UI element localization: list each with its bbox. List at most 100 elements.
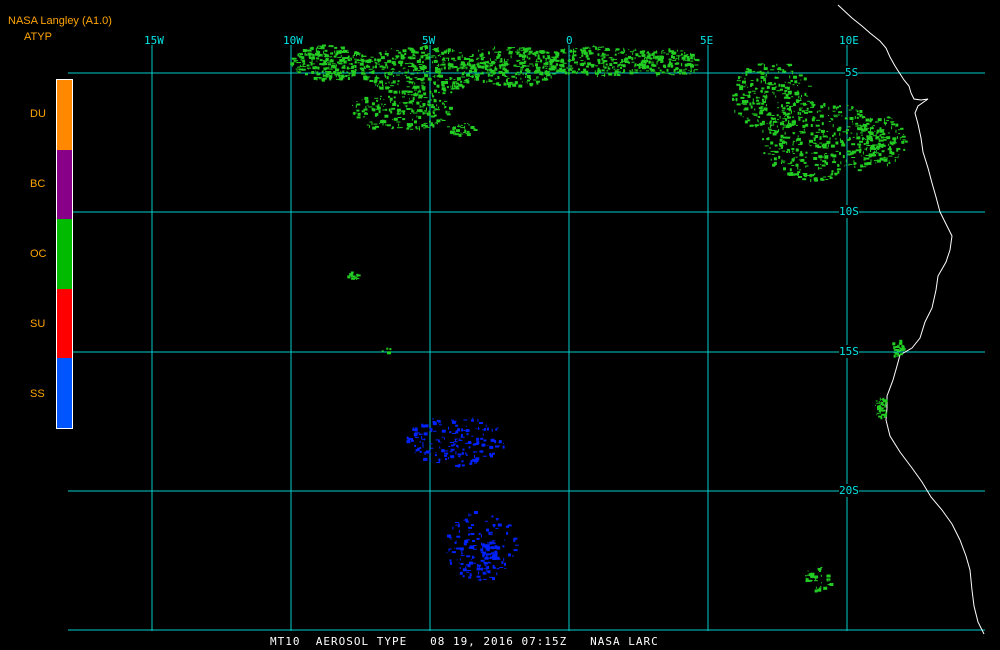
oc-pixel: [796, 124, 798, 126]
oc-pixel: [433, 59, 438, 63]
oc-pixel: [420, 106, 425, 108]
oc-pixel: [523, 51, 526, 55]
oc-pixel: [414, 120, 417, 124]
oc-pixel: [875, 400, 878, 402]
oc-pixel: [404, 75, 407, 77]
oc-pixel: [523, 60, 526, 64]
ss-pixel: [485, 566, 487, 569]
oc-pixel: [392, 70, 395, 72]
ss-pixel: [414, 437, 419, 439]
oc-pixel: [753, 103, 756, 105]
oc-pixel: [669, 73, 671, 75]
oc-pixel: [743, 94, 748, 96]
oc-pixel: [529, 63, 534, 65]
oc-pixel: [829, 578, 831, 582]
oc-pixel: [411, 65, 416, 68]
oc-pixel: [859, 110, 863, 113]
oc-pixel: [804, 92, 807, 96]
oc-pixel: [837, 114, 840, 116]
oc-pixel: [535, 69, 540, 73]
oc-pixel: [792, 71, 793, 75]
oc-pixel: [414, 77, 418, 79]
oc-pixel: [435, 109, 440, 111]
oc-pixel: [628, 61, 631, 64]
oc-pixel: [736, 103, 741, 106]
oc-pixel: [837, 163, 840, 167]
oc-pixel: [762, 129, 764, 133]
oc-pixel: [354, 58, 358, 60]
oc-pixel: [864, 162, 869, 166]
oc-pixel: [341, 46, 345, 50]
oc-pixel: [441, 120, 446, 121]
oc-pixel: [861, 155, 863, 157]
oc-pixel: [755, 113, 758, 115]
oc-pixel: [316, 57, 320, 60]
oc-pixel: [580, 60, 584, 61]
oc-pixel: [784, 116, 786, 118]
ss-pixel: [483, 568, 488, 570]
oc-pixel: [794, 80, 798, 84]
oc-pixel: [641, 54, 646, 57]
ss-pixel: [495, 527, 499, 529]
oc-pixel: [742, 80, 746, 84]
oc-pixel: [883, 138, 887, 141]
oc-pixel: [385, 75, 386, 78]
oc-pixel: [341, 75, 345, 79]
oc-pixel: [776, 90, 781, 92]
oc-pixel: [363, 75, 368, 79]
sea-salt-aerosol-pixels: [406, 417, 519, 582]
oc-pixel: [638, 55, 641, 57]
oc-pixel: [434, 70, 438, 74]
oc-pixel: [820, 585, 822, 589]
oc-pixel: [883, 122, 887, 125]
oc-pixel: [520, 77, 522, 80]
oc-pixel: [793, 76, 797, 78]
ss-pixel: [455, 540, 457, 543]
oc-pixel: [866, 145, 871, 146]
oc-pixel: [404, 53, 407, 55]
oc-pixel: [368, 68, 373, 70]
oc-pixel: [789, 105, 793, 107]
oc-pixel: [759, 90, 763, 92]
oc-pixel: [525, 81, 527, 83]
oc-pixel: [457, 67, 462, 69]
oc-pixel: [336, 72, 340, 76]
oc-pixel: [820, 105, 824, 109]
ss-pixel: [480, 437, 484, 440]
oc-pixel: [780, 134, 784, 138]
oc-pixel: [398, 90, 400, 94]
oc-pixel: [546, 63, 548, 64]
ss-pixel: [479, 568, 482, 571]
legend-label-su: SU: [30, 318, 46, 330]
oc-pixel: [536, 76, 538, 80]
oc-pixel: [419, 89, 421, 92]
oc-pixel: [551, 66, 555, 70]
oc-pixel: [319, 59, 323, 62]
oc-pixel: [790, 70, 794, 72]
oc-pixel: [817, 568, 822, 570]
oc-pixel: [375, 105, 378, 107]
oc-pixel: [472, 59, 474, 62]
oc-pixel: [465, 64, 470, 66]
oc-pixel: [574, 61, 578, 64]
oc-pixel: [368, 106, 373, 108]
oc-pixel: [411, 82, 413, 85]
oc-pixel: [376, 106, 381, 110]
oc-pixel: [828, 121, 831, 122]
oc-pixel: [793, 173, 798, 176]
oc-pixel: [359, 62, 364, 66]
ss-pixel: [438, 424, 442, 426]
oc-pixel: [750, 105, 753, 109]
ss-pixel: [487, 565, 490, 569]
oc-pixel: [778, 71, 780, 74]
oc-pixel: [441, 81, 446, 85]
oc-pixel: [784, 81, 786, 83]
oc-pixel: [764, 98, 767, 100]
ss-pixel: [486, 569, 488, 573]
ss-pixel: [499, 567, 504, 568]
oc-pixel: [424, 59, 426, 61]
oc-pixel: [792, 103, 796, 107]
ss-pixel: [442, 449, 445, 453]
legend-swatch-oc: [57, 219, 72, 289]
oc-pixel: [453, 79, 456, 81]
